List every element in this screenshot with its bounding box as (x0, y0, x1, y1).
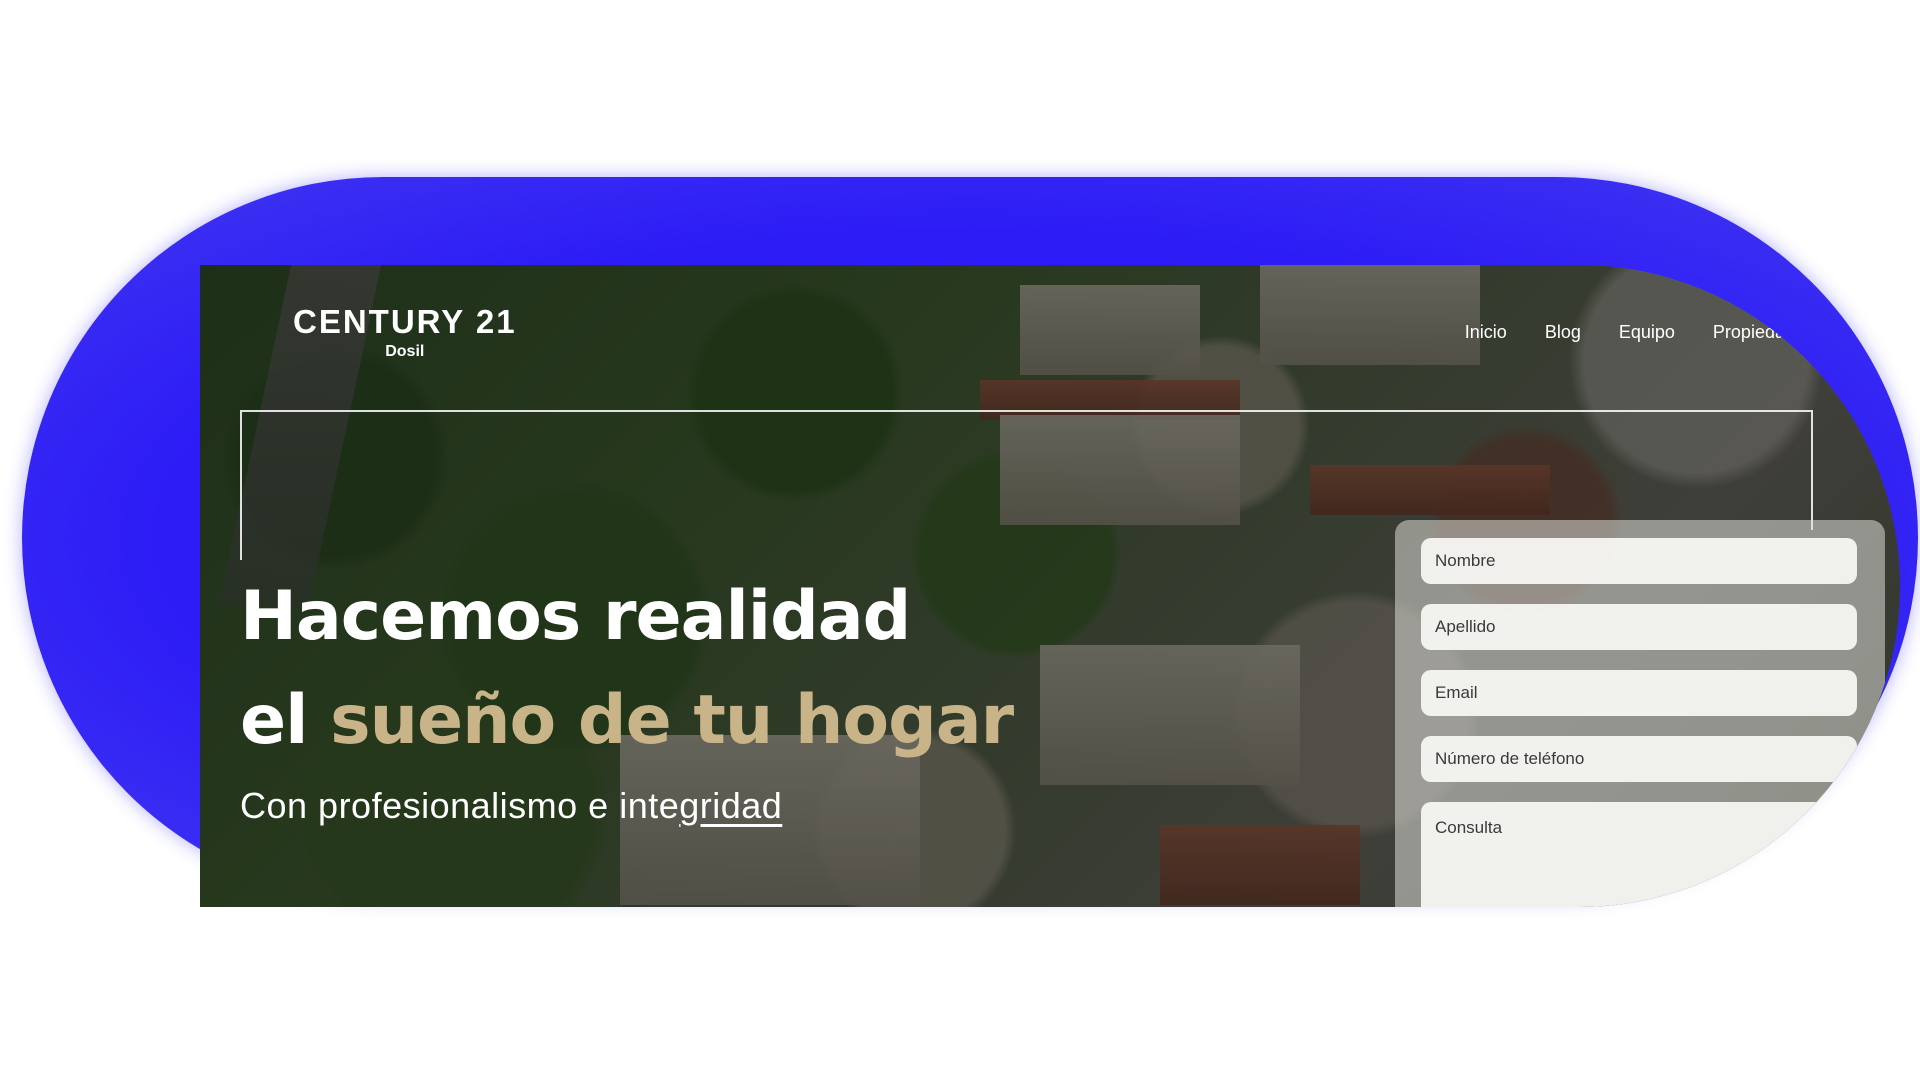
nav-item-blog[interactable]: Blog (1545, 322, 1581, 343)
subheading-underlined: gridad (679, 785, 783, 826)
century21-logo[interactable]: CENTURY 21 Dosil (293, 303, 517, 361)
stage: CENTURY 21 Dosil Inicio Blog Equipo Prop… (0, 0, 1920, 1080)
nav-item-inicio[interactable]: Inicio (1465, 322, 1507, 343)
nav-item-equipo[interactable]: Equipo (1619, 322, 1675, 343)
headline-line2-prefix: el (240, 681, 331, 760)
contact-form (1395, 520, 1885, 907)
apellido-field[interactable] (1421, 604, 1857, 650)
headline-line1: Hacemos realidad (240, 577, 911, 656)
nav-item-propiedades[interactable]: Propiedades (1713, 322, 1814, 343)
email-field[interactable] (1421, 670, 1857, 716)
main-nav: Inicio Blog Equipo Propiedades (1465, 322, 1814, 343)
headline-line2-accent: sueño de tu hogar (330, 681, 1014, 760)
hero-subheading: Con profesionalismo e integridad (240, 785, 782, 827)
consulta-field[interactable] (1421, 802, 1857, 907)
subheading-text: Con profesionalismo e inte (240, 785, 680, 826)
logo-office: Dosil (385, 343, 425, 360)
logo-brand: CENTURY 21 (293, 303, 517, 340)
hero-content: CENTURY 21 Dosil Inicio Blog Equipo Prop… (200, 265, 1900, 907)
telefono-field[interactable] (1421, 736, 1857, 782)
website-screenshot: CENTURY 21 Dosil Inicio Blog Equipo Prop… (200, 265, 1900, 907)
hero-headline: Hacemos realidad el sueño de tu hogar (240, 565, 1014, 773)
nombre-field[interactable] (1421, 538, 1857, 584)
decorative-frame-line (240, 410, 1813, 560)
